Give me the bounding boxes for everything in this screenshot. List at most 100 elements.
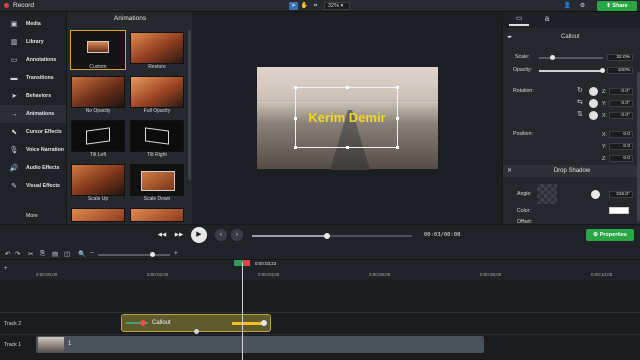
opacity-slider-knob[interactable] <box>600 68 605 73</box>
timeline-zoom-knob[interactable] <box>150 252 155 257</box>
zoom-out-icon[interactable]: − <box>90 250 94 257</box>
playhead[interactable] <box>242 262 243 360</box>
sidebar-item-behaviors[interactable]: ➤ Behaviors <box>0 87 66 105</box>
resize-handle[interactable] <box>294 146 297 149</box>
text-properties-tab-icon[interactable]: a <box>537 14 557 26</box>
next-frame-icon[interactable]: › <box>231 229 243 241</box>
thumbnail-label: Scale Up <box>87 196 109 202</box>
sidebar-item-label: Behaviors <box>26 93 52 99</box>
rotation-x-field[interactable]: 0.0° <box>609 112 633 119</box>
timeline-ruler[interactable] <box>36 260 640 280</box>
animation-full-opacity[interactable] <box>130 76 184 108</box>
settings-icon[interactable]: ⚙ <box>578 2 587 10</box>
resize-handle[interactable] <box>396 86 399 89</box>
position-x-field[interactable]: 0.0 <box>609 131 633 138</box>
animation-in-point[interactable] <box>140 320 146 326</box>
animation-tilt-right[interactable] <box>130 120 184 152</box>
thumbnail-label: Tilt Right <box>147 152 167 158</box>
sidebar-item-animations[interactable]: → Animations <box>0 105 66 123</box>
drop-shadow-header[interactable]: Drop Shadow <box>503 165 640 177</box>
step-forward-icon[interactable]: ▶▶ <box>173 229 185 241</box>
position-y-field[interactable]: 0.0 <box>609 143 633 150</box>
share-button[interactable]: ⬆ Share <box>597 1 637 11</box>
arrow-tool-icon[interactable]: ➤ <box>289 2 298 10</box>
rotate-z-dial[interactable] <box>589 87 598 96</box>
sidebar-item-cursor-effects[interactable]: ⬉ Cursor Effects <box>0 123 66 141</box>
track-2-label[interactable]: Track 2 <box>4 321 21 327</box>
scale-slider-knob[interactable] <box>550 55 555 60</box>
animation-out-point[interactable] <box>261 320 267 326</box>
animation-scale-up[interactable] <box>71 164 125 196</box>
video-clip[interactable]: 1 <box>36 336 484 353</box>
rotation-y-field[interactable]: 0.0° <box>609 100 633 107</box>
clip-label: 1 <box>68 341 72 347</box>
animation-no-opacity[interactable] <box>71 76 125 108</box>
clip-handle[interactable] <box>194 329 199 334</box>
undo-icon[interactable]: ↶ <box>5 250 10 258</box>
scale-slider[interactable] <box>539 57 603 59</box>
sidebar-item-visual-effects[interactable]: ✎ Visual Effects <box>0 177 66 195</box>
redo-icon[interactable]: ↷ <box>15 250 20 258</box>
sidebar-item-media[interactable]: ▣ Media <box>0 15 66 33</box>
callout-text[interactable]: Kerim Demir <box>296 110 398 125</box>
resize-handle[interactable] <box>396 146 399 149</box>
sidebar-item-audio-effects[interactable]: 🔊 Audio Effects <box>0 159 66 177</box>
animation-next[interactable] <box>71 208 125 222</box>
cut-icon[interactable]: ✂ <box>28 250 33 258</box>
timeline-zoom-slider[interactable] <box>98 254 170 256</box>
play-button[interactable]: ▶ <box>191 227 207 243</box>
properties-button[interactable]: ⚙ Properties <box>586 229 634 241</box>
zoom-select[interactable]: 32% ▾ <box>324 2 350 10</box>
add-track-icon[interactable]: + <box>4 266 8 272</box>
sidebar-item-transitions[interactable]: ▬ Transitions <box>0 69 66 87</box>
track-1-label[interactable]: Track 1 <box>4 342 21 348</box>
angle-field[interactable]: 315.0° <box>609 191 633 198</box>
close-icon[interactable]: ✕ <box>507 167 512 174</box>
thumbnail-label: Scale Down <box>143 196 171 202</box>
animation-restore[interactable] <box>130 32 184 64</box>
animation-out-arrow[interactable] <box>232 322 262 325</box>
tools-sidebar: ▣ Media ▥ Library ▭ Annotations ▬ Transition… <box>0 12 66 224</box>
record-icon[interactable] <box>4 3 9 8</box>
animation-next[interactable] <box>130 208 184 222</box>
visual-properties-tab-icon[interactable]: ▭ <box>509 14 529 26</box>
split-icon[interactable]: ◫ <box>64 250 70 258</box>
scale-field[interactable]: 32.0% <box>607 54 633 61</box>
record-button-label[interactable]: Record <box>13 2 34 9</box>
callout-clip[interactable]: Callout <box>121 314 271 334</box>
playback-scrubber[interactable] <box>252 233 412 239</box>
paste-icon[interactable]: ▤ <box>52 250 58 258</box>
copy-icon[interactable]: ⎘ <box>40 250 45 258</box>
animation-scale-down[interactable] <box>130 164 184 196</box>
thumbnail-label: Full Opacity <box>143 108 171 114</box>
resize-handle[interactable] <box>346 86 349 89</box>
rotation-z-field[interactable]: 0.0° <box>609 88 633 95</box>
rotate-x-dial[interactable] <box>589 111 598 120</box>
opacity-field[interactable]: 100% <box>607 67 633 74</box>
scrubber-knob[interactable] <box>324 233 330 239</box>
shadow-color-swatch[interactable] <box>609 207 629 214</box>
animation-tilt-left[interactable] <box>71 120 125 152</box>
resize-handle[interactable] <box>294 86 297 89</box>
shadow-direction-grid[interactable] <box>537 184 557 204</box>
previous-frame-icon[interactable]: ‹ <box>215 229 227 241</box>
position-z-field[interactable]: 0.0 <box>609 155 633 162</box>
playhead-out-marker[interactable] <box>244 260 250 266</box>
user-icon[interactable]: 👤 <box>563 2 572 10</box>
hand-tool-icon[interactable]: ✋ <box>300 2 309 10</box>
crop-tool-icon[interactable]: ⌗ <box>311 2 320 10</box>
sidebar-more[interactable]: More <box>0 207 66 225</box>
share-label: Share <box>612 3 628 9</box>
sidebar-item-library[interactable]: ▥ Library <box>0 33 66 51</box>
zoom-in-icon[interactable]: + <box>174 250 178 257</box>
sidebar-item-voice-narration[interactable]: 🎙 Voice Narration <box>0 141 66 159</box>
angle-dial[interactable] <box>591 190 600 199</box>
rotate-y-dial[interactable] <box>589 99 598 108</box>
opacity-slider[interactable] <box>539 70 603 72</box>
sidebar-item-annotations[interactable]: ▭ Annotations <box>0 51 66 69</box>
resize-handle[interactable] <box>346 146 349 149</box>
link-icon[interactable]: ◂▸ <box>507 34 512 40</box>
step-back-icon[interactable]: ◀◀ <box>156 229 168 241</box>
panel-scrollbar[interactable] <box>188 30 191 180</box>
zoom-icon[interactable]: 🔍 <box>78 250 86 258</box>
